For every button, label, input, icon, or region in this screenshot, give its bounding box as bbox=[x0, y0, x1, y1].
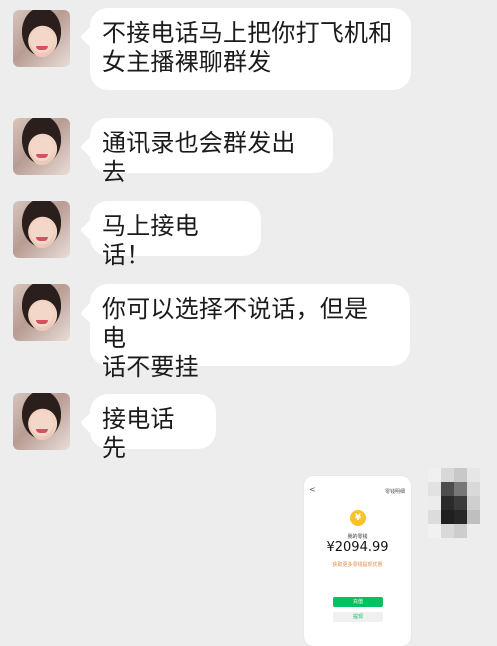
mosaic-tile bbox=[467, 524, 480, 538]
mosaic-tile bbox=[454, 510, 467, 524]
yuan-coin-icon: ¥ bbox=[350, 510, 366, 526]
mosaic-tile bbox=[467, 496, 480, 510]
mosaic-tile bbox=[454, 524, 467, 538]
contact-avatar-icon[interactable] bbox=[13, 201, 70, 258]
wallet-note: 获取更多零钱提现优惠 bbox=[332, 562, 383, 568]
mosaic-tile bbox=[428, 524, 441, 538]
message-bubble[interactable]: 马上接电话！ bbox=[90, 201, 261, 269]
message-bubble[interactable]: 接电话先 bbox=[90, 394, 216, 462]
mosaic-tile bbox=[441, 510, 454, 524]
wallet-balance: ¥2094.99 bbox=[326, 540, 389, 555]
mosaic-tile bbox=[467, 510, 480, 524]
mosaic-tile bbox=[428, 482, 441, 496]
message-bubble[interactable]: 通讯录也会群发出去 bbox=[90, 118, 333, 186]
mosaic-tile bbox=[454, 496, 467, 510]
mosaic-tile bbox=[441, 468, 454, 482]
mosaic-tile bbox=[441, 496, 454, 510]
mosaic-tile bbox=[454, 468, 467, 482]
contact-avatar-icon[interactable] bbox=[13, 10, 70, 67]
contact-avatar-icon[interactable] bbox=[13, 118, 70, 175]
self-avatar-mosaic-icon[interactable] bbox=[428, 468, 485, 541]
message-bubble[interactable]: 不接电话马上把你打飞机和 女主播裸聊群发 bbox=[90, 8, 411, 90]
mosaic-tile bbox=[428, 468, 441, 482]
wallet-screenshot-message[interactable]: < 零钱明细 ¥ 我的零钱 ¥2094.99 获取更多零钱提现优惠 充值 提现 bbox=[304, 476, 411, 646]
mosaic-tile bbox=[428, 496, 441, 510]
back-icon: < bbox=[309, 485, 316, 494]
mosaic-tile bbox=[441, 482, 454, 496]
contact-avatar-icon[interactable] bbox=[13, 284, 70, 341]
withdraw-button: 提现 bbox=[333, 612, 383, 622]
recharge-button: 充值 bbox=[333, 597, 383, 607]
wallet-page-title: 零钱明细 bbox=[384, 489, 405, 495]
mosaic-tile bbox=[467, 468, 480, 482]
chat-view: 不接电话马上把你打飞机和 女主播裸聊群发 通讯录也会群发出去 马上接电话！ 你可… bbox=[0, 0, 497, 646]
wallet-label: 我的零钱 bbox=[347, 534, 368, 540]
message-bubble[interactable]: 你可以选择不说话，但是电 话不要挂 bbox=[90, 284, 410, 381]
contact-avatar-icon[interactable] bbox=[13, 393, 70, 450]
mosaic-tile bbox=[454, 482, 467, 496]
mosaic-tile bbox=[467, 482, 480, 496]
mosaic-tile bbox=[441, 524, 454, 538]
mosaic-tile bbox=[428, 510, 441, 524]
